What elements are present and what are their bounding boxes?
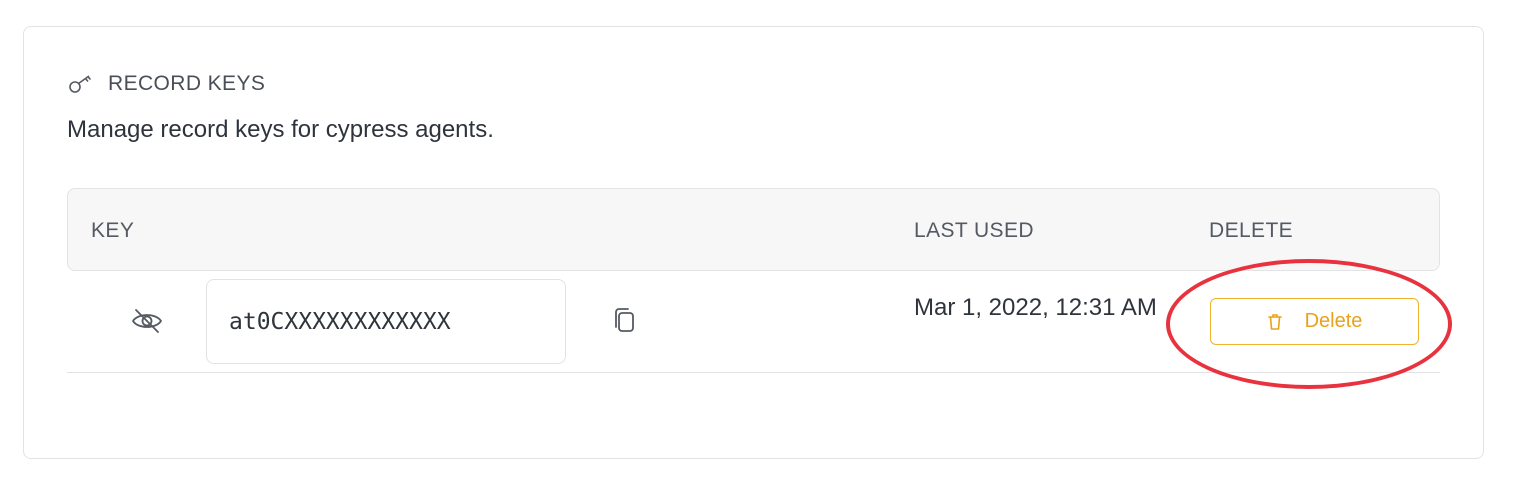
copy-key-button[interactable] bbox=[609, 307, 641, 339]
record-key-field[interactable]: at0CXXXXXXXXXXXX bbox=[206, 279, 566, 364]
column-header-delete: DELETE bbox=[1209, 219, 1294, 242]
last-used-value: Mar 1, 2022, 12:31 AM bbox=[914, 294, 1157, 321]
section-description: Manage record keys for cypress agents. bbox=[67, 116, 494, 143]
column-header-key: KEY bbox=[91, 219, 135, 242]
table-header: KEY LAST USED DELETE bbox=[67, 188, 1440, 271]
section-title: RECORD KEYS bbox=[108, 72, 266, 95]
delete-key-button[interactable]: Delete bbox=[1210, 298, 1419, 345]
key-icon bbox=[68, 73, 94, 95]
section-header: RECORD KEYS bbox=[68, 72, 265, 96]
eye-off-icon bbox=[130, 307, 164, 340]
column-header-last-used: LAST USED bbox=[914, 219, 1034, 242]
table-row: at0CXXXXXXXXXXXX Mar 1, 2022, 12:31 AM D… bbox=[67, 271, 1440, 373]
copy-icon bbox=[612, 306, 638, 341]
delete-button-label: Delete bbox=[1304, 310, 1363, 332]
trash-icon bbox=[1267, 313, 1283, 331]
toggle-visibility-button[interactable] bbox=[129, 305, 165, 341]
